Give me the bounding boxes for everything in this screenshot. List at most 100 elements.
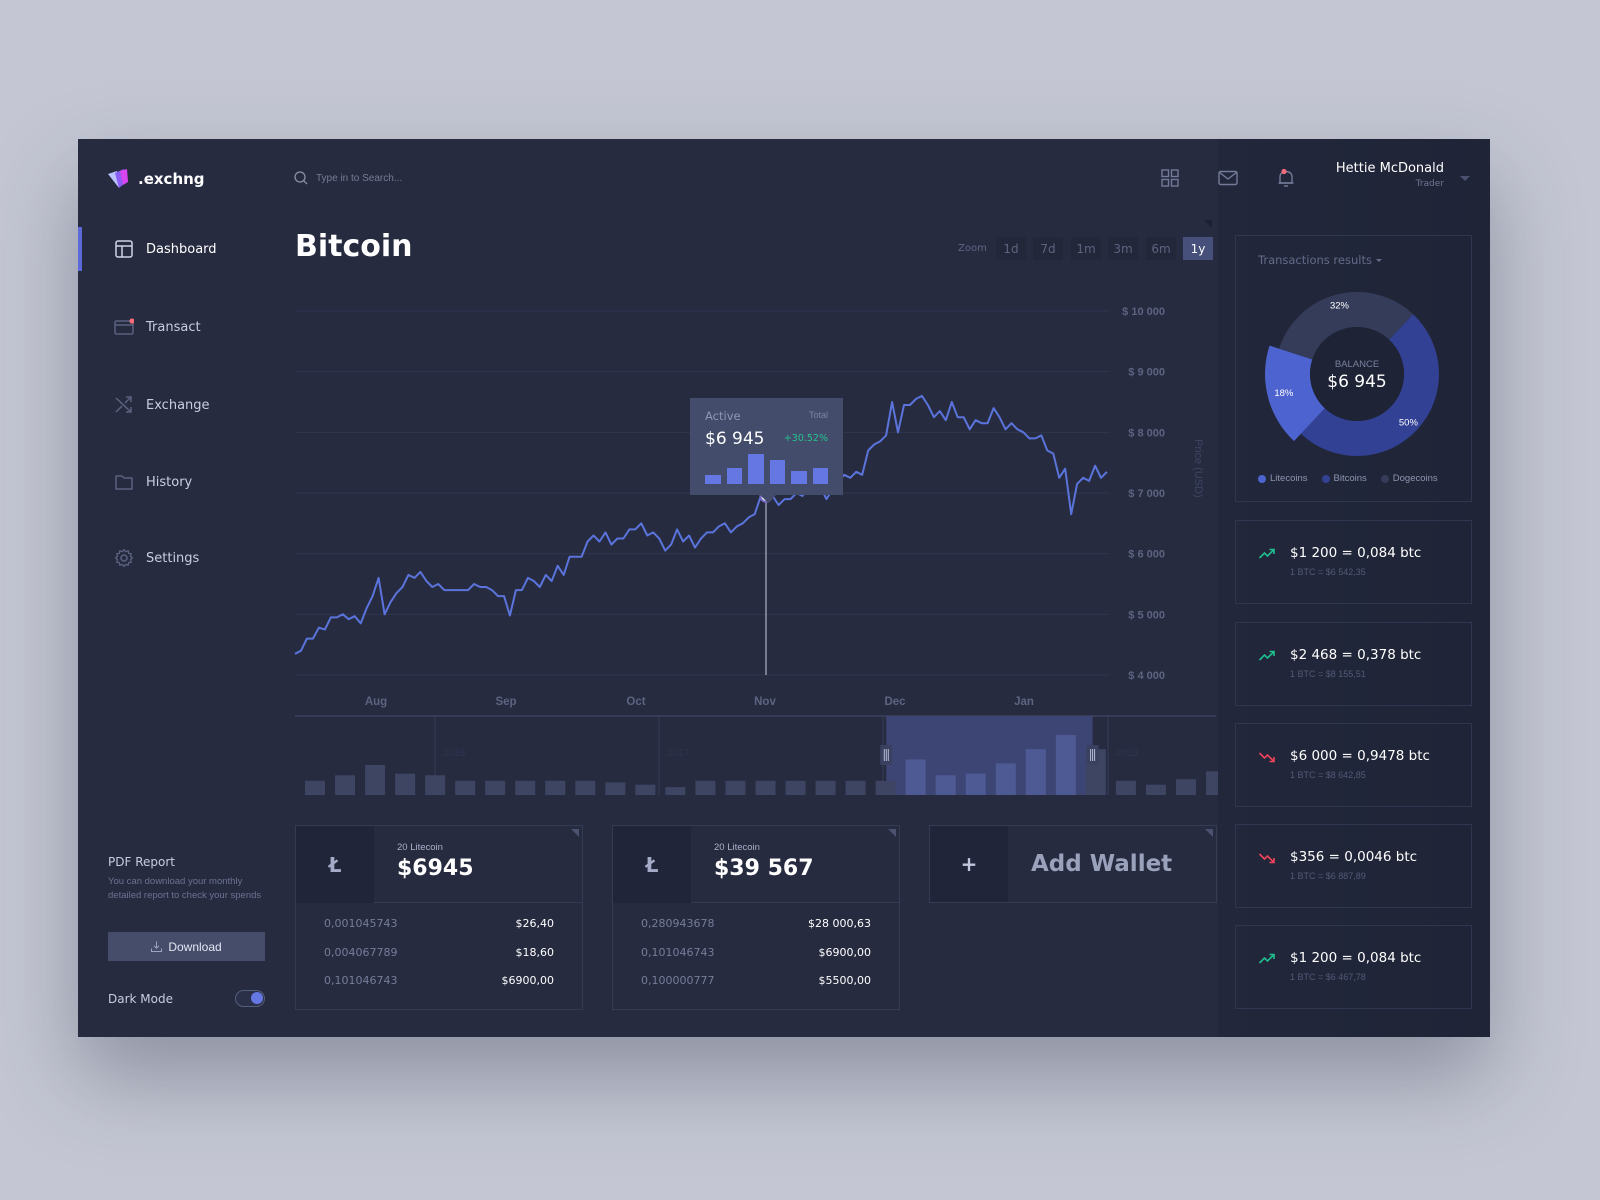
donut-slice-label: 18% — [1274, 388, 1294, 399]
wallet-row: 0,100000777 $5500,00 — [641, 974, 871, 1003]
navigator-handle-left[interactable] — [880, 745, 893, 765]
navigator-bar — [515, 780, 536, 795]
x-tick-label: Aug — [365, 696, 387, 708]
conversion-card[interactable]: $6 000 = 0,9478 btc 1 BTC = $8 642,85 — [1235, 723, 1472, 807]
wallet-subtitle: 20 Litecoin — [714, 842, 760, 853]
conversion-card[interactable]: $1 200 = 0,084 btc 1 BTC = $6 542,35 — [1235, 520, 1472, 604]
add-wallet-button[interactable]: + Add Wallet — [929, 825, 1217, 903]
y-tick-label: $ 5 000 — [1128, 609, 1165, 621]
balance-label: BALANCE — [1335, 359, 1379, 370]
y-tick-label: $ 7 000 — [1128, 488, 1165, 500]
wallet-value: $6900,00 — [501, 974, 555, 987]
wallet-value: $5500,00 — [818, 974, 872, 987]
x-tick-label: Jan — [1014, 696, 1034, 708]
navigator-bar — [845, 780, 866, 795]
navigator-bar — [965, 773, 986, 795]
year-label: 2017 — [667, 748, 690, 759]
navigator-bar — [1055, 734, 1076, 795]
wallet-value: $26,40 — [515, 917, 555, 930]
wallet-amount: $39 567 — [714, 856, 814, 881]
tooltip-bar — [726, 467, 742, 484]
user-profile[interactable]: Hettie McDonald Trader — [1336, 161, 1444, 189]
user-role: Trader — [1415, 179, 1444, 189]
y-tick-label: $ 6 000 — [1128, 549, 1165, 561]
navigator-bar — [785, 780, 806, 795]
wallet-amount: $6945 — [397, 856, 474, 881]
navigator-bar — [815, 780, 836, 795]
conversion-rate: 1 BTC = $8 155,51 — [1290, 669, 1366, 679]
user-name: Hettie McDonald — [1335, 161, 1444, 176]
y-tick-label: $ 10 000 — [1122, 306, 1165, 318]
conversion-rate: 1 BTC = $8 642,85 — [1290, 770, 1366, 780]
download-icon — [151, 941, 163, 952]
user-menu-chevron-icon[interactable] — [1460, 176, 1470, 181]
conversion-amount: $1 200 = 0,084 btc — [1290, 950, 1422, 966]
wallet-row: 0,101046743 $6900,00 — [641, 946, 871, 975]
price-chart[interactable]: $ 10 000 $ 9 000 $ 8 000 $ 7 000 $ 6 000 $ 5 … — [78, 139, 1218, 819]
legend-label: Litecoins — [1270, 473, 1308, 484]
navigator-handle-right[interactable] — [1086, 745, 1099, 765]
messages-button[interactable] — [1217, 167, 1239, 189]
download-button[interactable]: Download — [108, 932, 265, 961]
notifications-button[interactable] — [1275, 167, 1297, 189]
corner-marker — [1205, 829, 1213, 837]
wallet-row: 0,004067789 $18,60 — [324, 946, 554, 975]
navigator-bar — [425, 775, 446, 795]
trend-up-icon — [1258, 650, 1275, 661]
navigator-bar — [1145, 784, 1166, 795]
app-window: .exchng Hettie McDonald T — [78, 139, 1490, 1037]
litecoin-icon: Ł — [613, 826, 691, 903]
donut-slice-label: 32% — [1330, 301, 1350, 312]
x-tick-label: Oct — [626, 696, 645, 708]
navigator-bar — [905, 759, 926, 795]
year-label: 2019 — [1116, 748, 1139, 759]
bell-icon — [1278, 168, 1294, 187]
toggle-knob — [251, 992, 263, 1004]
conversion-rate: 1 BTC = $6 542,35 — [1290, 567, 1366, 577]
navigator-bar — [545, 780, 566, 795]
conversion-card[interactable]: $2 468 = 0,378 btc 1 BTC = $8 155,51 — [1235, 622, 1472, 706]
dark-mode-toggle[interactable] — [235, 990, 265, 1007]
y-tick-label: $ 8 000 — [1128, 427, 1165, 439]
wallet-qty: 0,004067789 — [324, 945, 398, 959]
navigator-bar — [995, 763, 1016, 795]
x-tick-label: Dec — [884, 696, 906, 708]
range-navigator: 2016201720182019 — [305, 716, 1218, 795]
navigator-bar — [305, 780, 325, 795]
conversion-card[interactable]: $1 200 = 0,084 btc 1 BTC = $6 467,78 — [1235, 925, 1472, 1009]
donut-legend: Litecoins Bitcoins Dogecoins — [1258, 473, 1438, 484]
pdf-report: PDF Report You can download your monthly… — [108, 855, 268, 903]
navigator-bar — [665, 787, 686, 795]
tooltip-label: Active — [705, 409, 741, 423]
tooltip-value: $6 945 — [705, 429, 765, 449]
year-label: 2016 — [443, 748, 466, 759]
conversion-amount: $2 468 = 0,378 btc — [1290, 647, 1422, 663]
add-wallet-label: Add Wallet — [1031, 851, 1173, 877]
tooltip-bar — [791, 471, 807, 484]
pdf-report-description: You can download your monthly detailed r… — [108, 876, 262, 901]
y-tick-label: $ 4 000 — [1128, 670, 1165, 682]
legend-label: Bitcoins — [1333, 473, 1367, 484]
wallet-card[interactable]: Ł 20 Litecoin $39 567 0,280943678 $28 000… — [612, 825, 900, 1010]
litecoin-icon: Ł — [296, 826, 374, 903]
conversion-card[interactable]: $356 = 0,0046 btc 1 BTC = $6 887,89 — [1235, 824, 1472, 908]
mail-icon — [1218, 170, 1238, 186]
navigator-bar — [725, 780, 746, 795]
tooltip-bar — [769, 460, 785, 484]
wallet-qty: 0,101046743 — [641, 945, 715, 959]
wallet-qty: 0,101046743 — [324, 974, 398, 987]
notification-badge — [1281, 168, 1287, 175]
navigator-bar — [935, 775, 956, 795]
balance-value: $6 945 — [1327, 372, 1386, 392]
y-tick-label: $ 9 000 — [1128, 367, 1165, 379]
tooltip-change: +30.52% — [783, 433, 828, 444]
navigator-bar — [1115, 780, 1136, 795]
legend-dot — [1321, 474, 1330, 483]
navigator-bar — [1206, 771, 1218, 795]
transactions-card: Transactions results 32% 50% 18% BALANCE $… — [1235, 235, 1472, 502]
navigator-bar — [365, 764, 386, 795]
navigator-bar — [605, 782, 626, 795]
wallet-card[interactable]: Ł 20 Litecoin $6945 0,001045743 $26,40 0,… — [295, 825, 583, 1010]
navigator-bar — [755, 780, 776, 795]
conversion-rate: 1 BTC = $6 467,78 — [1290, 972, 1366, 982]
